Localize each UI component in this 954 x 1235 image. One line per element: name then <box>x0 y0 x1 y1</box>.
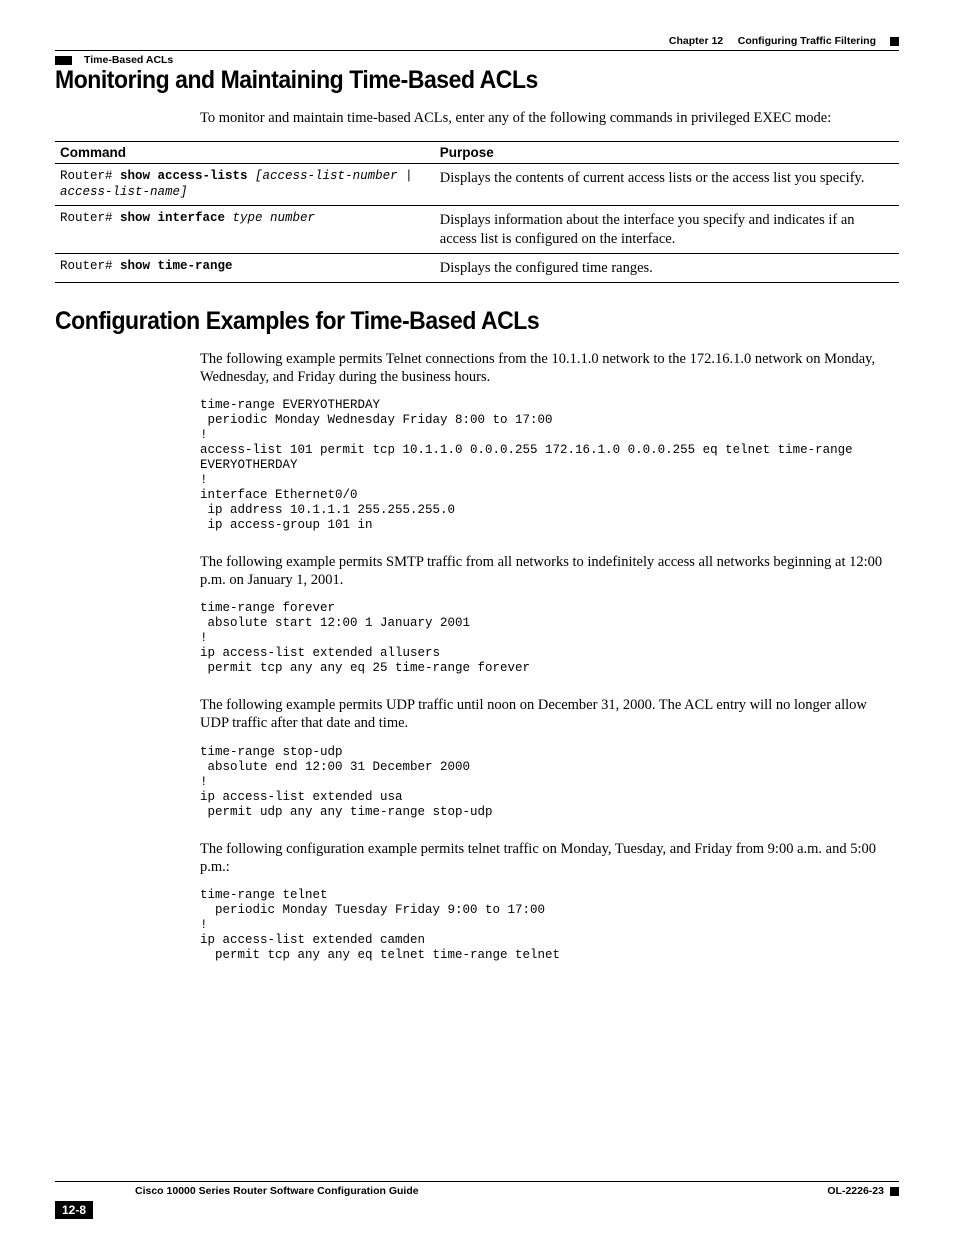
section1-intro: To monitor and maintain time-based ACLs,… <box>200 109 889 127</box>
table-row: Router# show access-lists [access-list-n… <box>55 164 899 206</box>
chapter-title: Configuring Traffic Filtering <box>738 35 876 47</box>
page-header-top: Chapter 12 Configuring Traffic Filtering <box>55 35 899 47</box>
chapter-ref: Chapter 12 <box>669 35 723 47</box>
header-rule <box>55 50 899 51</box>
footer-rule <box>55 1181 899 1182</box>
th-purpose: Purpose <box>435 142 899 164</box>
page-header-section: Time-Based ACLs <box>55 54 899 66</box>
cmd-args: type number <box>225 211 315 225</box>
doc-id: OL-2226-23 <box>827 1185 884 1197</box>
table-row: Router# show interface type number Displ… <box>55 206 899 253</box>
section-marker-icon <box>55 56 72 65</box>
cmd-bold: show interface <box>120 211 225 225</box>
section2-title: Configuration Examples for Time-Based AC… <box>55 307 831 336</box>
example4-desc: The following configuration example perm… <box>200 840 889 876</box>
page-footer: Cisco 10000 Series Router Software Confi… <box>55 1181 899 1197</box>
example3-code: time-range stop-udp absolute end 12:00 3… <box>200 745 889 820</box>
example1-desc: The following example permits Telnet con… <box>200 350 889 386</box>
header-marker-icon <box>890 37 899 46</box>
cmd-prefix: Router# <box>60 259 120 273</box>
cmd-prefix: Router# <box>60 211 120 225</box>
cmd-purpose: Displays information about the interface… <box>435 206 899 253</box>
example1-code: time-range EVERYOTHERDAY periodic Monday… <box>200 398 889 533</box>
example3-desc: The following example permits UDP traffi… <box>200 696 889 732</box>
example2-desc: The following example permits SMTP traff… <box>200 553 889 589</box>
th-command: Command <box>55 142 435 164</box>
cmd-purpose: Displays the configured time ranges. <box>435 253 899 282</box>
section-name: Time-Based ACLs <box>84 54 173 66</box>
cmd-bold: show access-lists <box>120 169 248 183</box>
cmd-purpose: Displays the contents of current access … <box>435 164 899 206</box>
table-row: Router# show time-range Displays the con… <box>55 253 899 282</box>
example2-code: time-range forever absolute start 12:00 … <box>200 601 889 676</box>
doc-title: Cisco 10000 Series Router Software Confi… <box>135 1185 419 1197</box>
section1-title: Monitoring and Maintaining Time-Based AC… <box>55 66 831 95</box>
command-table: Command Purpose Router# show access-list… <box>55 141 899 283</box>
cmd-prefix: Router# <box>60 169 120 183</box>
example4-code: time-range telnet periodic Monday Tuesda… <box>200 888 889 963</box>
footer-marker-icon <box>890 1187 899 1196</box>
page-number: 12-8 <box>55 1201 93 1219</box>
cmd-bold: show time-range <box>120 259 233 273</box>
